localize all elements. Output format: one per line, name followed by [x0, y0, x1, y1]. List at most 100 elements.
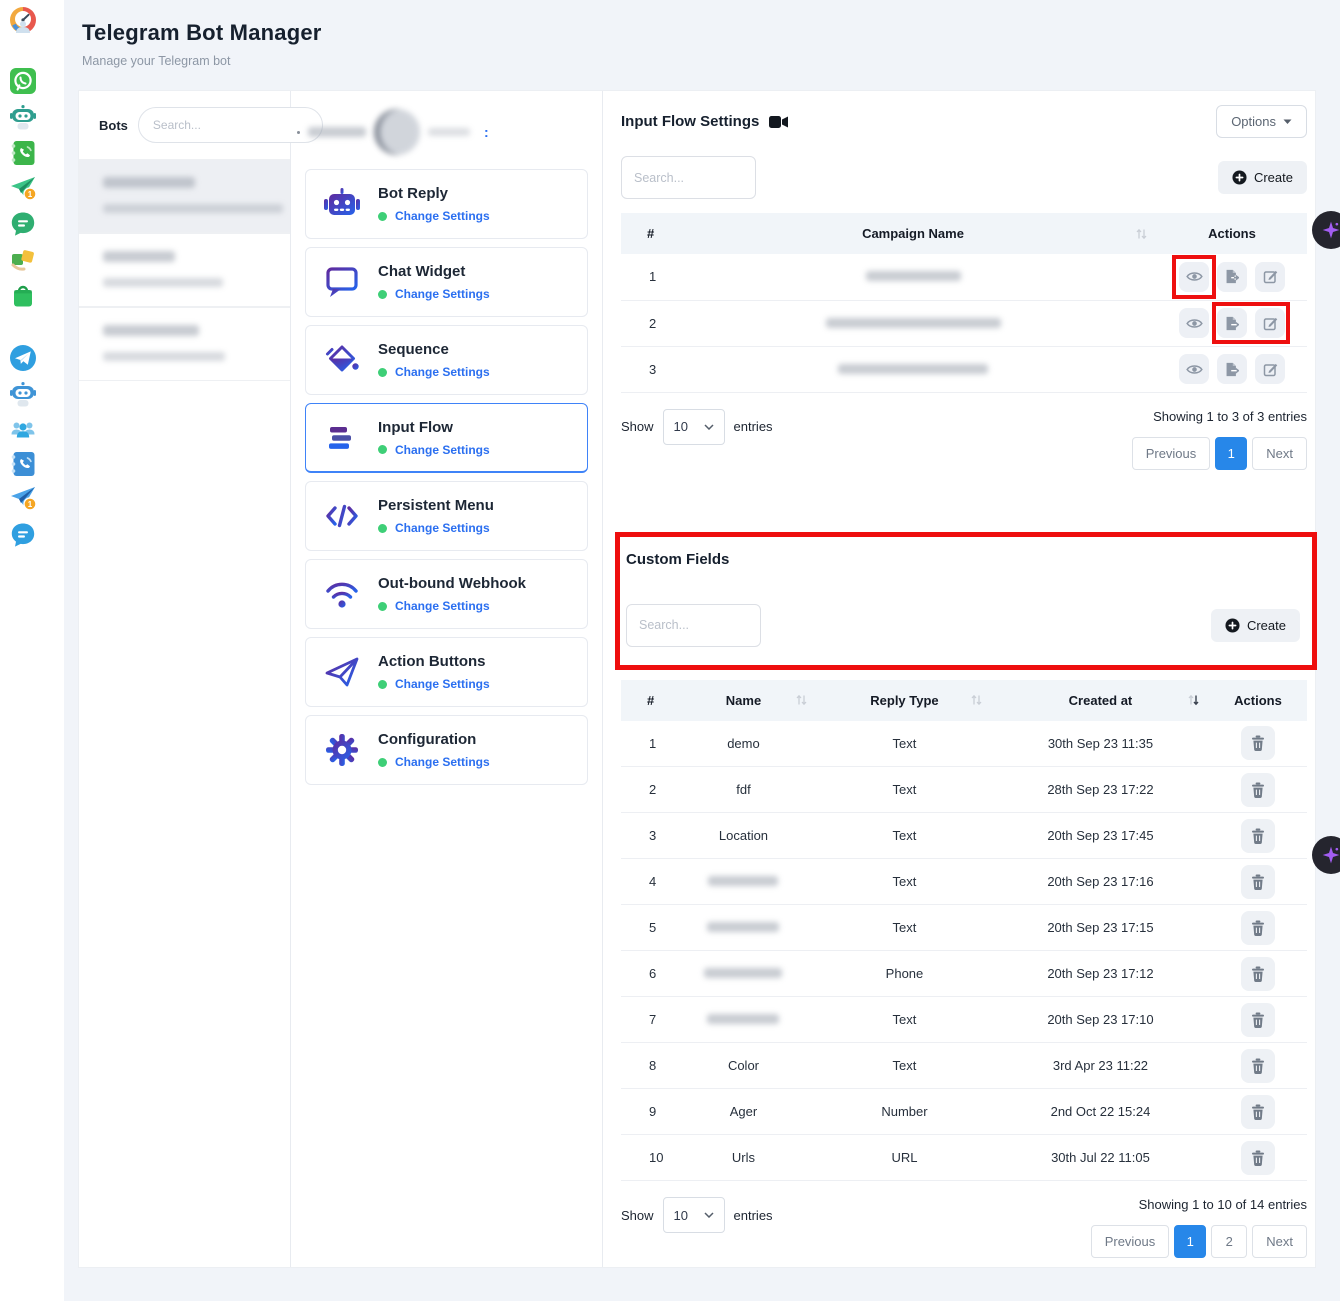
chat-blue-icon[interactable]: [9, 521, 37, 549]
bot-blue-icon[interactable]: [9, 380, 37, 408]
trash-icon: [1251, 874, 1265, 890]
configuration-icon: [322, 730, 362, 770]
integrations-icon[interactable]: [9, 245, 37, 273]
next-page-button[interactable]: Next: [1252, 437, 1307, 470]
delete-button[interactable]: [1241, 865, 1275, 899]
page-size-select[interactable]: 10: [663, 409, 725, 445]
delete-button[interactable]: [1241, 911, 1275, 945]
create-custom-field-button[interactable]: Create: [1211, 609, 1300, 642]
change-settings-link[interactable]: Change Settings: [395, 287, 490, 301]
col-header-campaign: Campaign Name: [669, 213, 1157, 254]
audience-icon[interactable]: [9, 415, 37, 443]
edit-icon: [1263, 362, 1278, 377]
change-settings-link[interactable]: Change Settings: [395, 365, 490, 379]
delete-button[interactable]: [1241, 1049, 1275, 1083]
page-size-select[interactable]: 10: [663, 1197, 725, 1233]
telegram-icon[interactable]: [9, 344, 37, 372]
contacts-blue-icon[interactable]: [9, 450, 37, 478]
create-input-flow-button[interactable]: Create: [1218, 161, 1307, 194]
bot-green-icon[interactable]: [9, 103, 37, 131]
change-settings-link[interactable]: Change Settings: [395, 443, 490, 457]
video-camera-icon[interactable]: [769, 115, 788, 129]
change-settings-link[interactable]: Change Settings: [395, 599, 490, 613]
settings-card-action-buttons[interactable]: Action Buttons Change Settings: [305, 637, 588, 707]
sort-icon-active-desc[interactable]: [1188, 694, 1199, 706]
telegram-bot-manager-app: 1 1 Telegram Bot Manager Manage your Tel…: [0, 0, 1340, 1301]
sort-icon[interactable]: [796, 694, 807, 706]
show-label: Show: [621, 1208, 654, 1223]
page-title: Telegram Bot Manager: [82, 20, 1322, 46]
delete-button[interactable]: [1241, 773, 1275, 807]
delete-button[interactable]: [1241, 957, 1275, 991]
blurred-field-name: [704, 968, 782, 978]
settings-card-bot-reply[interactable]: Bot Reply Change Settings: [305, 169, 588, 239]
dashboard-gauge-icon[interactable]: [9, 6, 37, 34]
sparkle-icon: [1321, 845, 1340, 865]
file-export-icon: [1225, 316, 1239, 331]
change-settings-link[interactable]: Change Settings: [395, 677, 490, 691]
delete-button[interactable]: [1241, 1141, 1275, 1175]
options-button[interactable]: Options: [1216, 105, 1307, 138]
delete-button[interactable]: [1241, 1095, 1275, 1129]
trash-icon: [1251, 920, 1265, 936]
settings-card-outbound-webhook[interactable]: Out-bound Webhook Change Settings: [305, 559, 588, 629]
broadcast-blue-icon[interactable]: 1: [9, 484, 37, 512]
settings-card-sequence[interactable]: Sequence Change Settings: [305, 325, 588, 395]
settings-card-configuration[interactable]: Configuration Change Settings: [305, 715, 588, 785]
edit-button[interactable]: [1255, 262, 1285, 292]
change-settings-link[interactable]: Change Settings: [395, 755, 490, 769]
bot-list-item-selected[interactable]: [79, 159, 290, 233]
next-page-button[interactable]: Next: [1252, 1225, 1307, 1258]
sort-icon[interactable]: [1136, 228, 1147, 240]
view-button[interactable]: [1179, 308, 1209, 338]
view-button[interactable]: [1179, 262, 1209, 292]
blurred-field-name: [708, 876, 778, 886]
whatsapp-icon[interactable]: [9, 67, 37, 95]
delete-button[interactable]: [1241, 819, 1275, 853]
blurred-bot-title: :: [297, 103, 588, 161]
export-button[interactable]: [1217, 262, 1247, 292]
plus-circle-icon: [1225, 618, 1240, 633]
export-button[interactable]: [1217, 354, 1247, 384]
input-flow-panel: Input Flow Settings Options Create: [603, 91, 1315, 1267]
main-area: Telegram Bot Manager Manage your Telegra…: [64, 0, 1340, 1301]
settings-card-input-flow[interactable]: Input Flow Change Settings: [305, 403, 588, 473]
sort-icon[interactable]: [971, 694, 982, 706]
settings-card-persistent-menu[interactable]: Persistent Menu Change Settings: [305, 481, 588, 551]
col-header-num: #: [621, 680, 670, 721]
page-2-button[interactable]: 2: [1211, 1225, 1247, 1258]
bot-list-item[interactable]: [79, 233, 290, 307]
delete-button[interactable]: [1241, 1003, 1275, 1037]
show-label: Show: [621, 419, 654, 434]
status-dot: [378, 290, 387, 299]
change-settings-link[interactable]: Change Settings: [395, 521, 490, 535]
col-header-created-at: Created at: [992, 680, 1209, 721]
edit-button[interactable]: [1255, 354, 1285, 384]
previous-page-button[interactable]: Previous: [1091, 1225, 1170, 1258]
view-button[interactable]: [1179, 354, 1209, 384]
shop-icon[interactable]: [9, 281, 37, 309]
custom-fields-annotated-region: Custom Fields Create: [615, 532, 1317, 670]
chat-green-icon[interactable]: [9, 210, 37, 238]
change-settings-link[interactable]: Change Settings: [395, 209, 490, 223]
page-1-button[interactable]: 1: [1174, 1225, 1206, 1258]
broadcast-green-icon[interactable]: 1: [9, 174, 37, 202]
export-button[interactable]: [1217, 308, 1247, 338]
previous-page-button[interactable]: Previous: [1132, 437, 1211, 470]
contacts-green-icon[interactable]: [9, 139, 37, 167]
table-row: 5Text20th Sep 23 17:15: [621, 905, 1307, 951]
blurred-field-name: [707, 1014, 779, 1024]
trash-icon: [1251, 966, 1265, 982]
bot-list-item[interactable]: [79, 307, 290, 381]
custom-fields-search-input[interactable]: [626, 604, 761, 647]
card-title: Out-bound Webhook: [378, 575, 526, 592]
page-1-button[interactable]: 1: [1215, 437, 1247, 470]
settings-card-chat-widget[interactable]: Chat Widget Change Settings: [305, 247, 588, 317]
delete-button[interactable]: [1241, 726, 1275, 760]
plus-circle-icon: [1232, 170, 1247, 185]
entries-label: entries: [734, 419, 773, 434]
trash-icon: [1251, 1150, 1265, 1166]
input-flow-icon: [322, 418, 362, 458]
edit-button[interactable]: [1255, 308, 1285, 338]
input-flow-search-input[interactable]: [621, 156, 756, 199]
